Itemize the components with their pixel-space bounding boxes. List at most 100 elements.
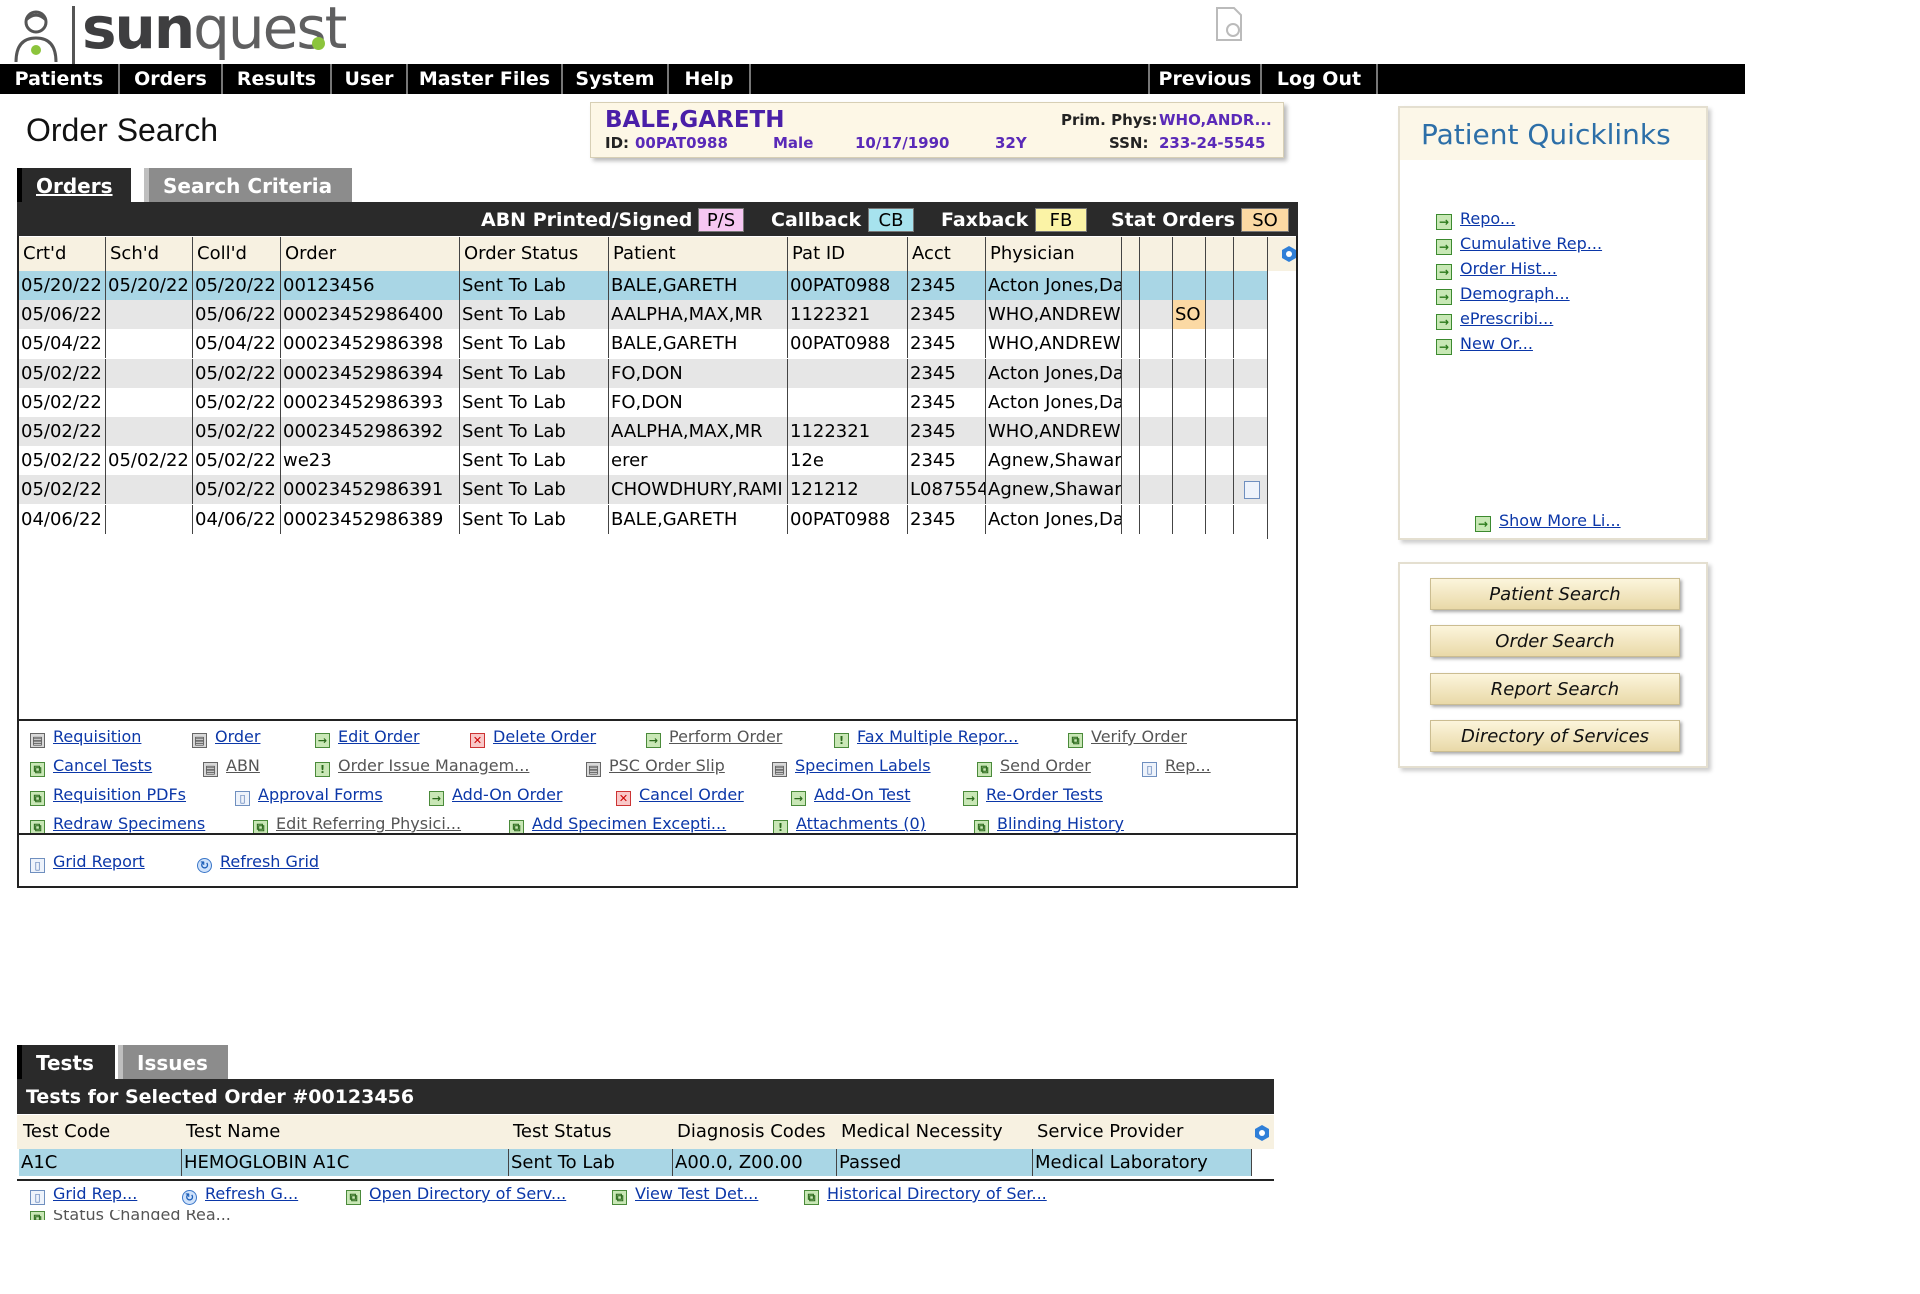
document-icon: ▯ <box>30 858 45 873</box>
cell-order-status: Sent To Lab <box>460 387 609 417</box>
col-acct[interactable]: Acct <box>908 237 986 271</box>
approval-forms-link[interactable]: ▯ Approval Forms <box>235 784 383 806</box>
patient-search-button[interactable]: Patient Search <box>1430 578 1680 610</box>
table-row[interactable]: 05/02/22 05/02/22 00023452986393 Sent To La… <box>19 387 1268 417</box>
cell-pat-id: 1122321 <box>788 300 908 330</box>
perform-order-link[interactable]: → Perform Order <box>646 726 782 748</box>
refresh-icon: ↻ <box>182 1190 197 1205</box>
cell-colld: 05/02/22 <box>193 358 281 388</box>
col-pat-id[interactable]: Pat ID <box>788 237 908 271</box>
cell-physician: Agnew,Shawar <box>986 446 1122 476</box>
cell-flag-2 <box>1140 271 1173 300</box>
table-row[interactable]: 05/02/22 05/02/22 00023452986392 Sent To La… <box>19 417 1268 446</box>
add-on-order-link[interactable]: → Add-On Order <box>429 784 562 806</box>
attachment-icon[interactable] <box>1244 481 1260 500</box>
attachments-link[interactable]: ! Attachments (0) <box>773 813 926 835</box>
report-search-button[interactable]: Report Search <box>1430 673 1680 705</box>
copy-icon: ⧉ <box>804 1190 819 1205</box>
col-patient[interactable]: Patient <box>609 237 788 271</box>
menu-user[interactable]: User <box>332 64 408 94</box>
menu-master-files[interactable]: Master Files <box>408 64 563 94</box>
col-test-status[interactable]: Test Status <box>509 1115 612 1149</box>
edit-order-link[interactable]: → Edit Order <box>315 726 420 748</box>
tests-refresh-grid-link[interactable]: ↻ Refresh G... <box>182 1183 298 1205</box>
grid-settings-icon[interactable] <box>1280 245 1298 263</box>
menu-orders[interactable]: Orders <box>120 64 223 94</box>
col-order[interactable]: Order <box>281 237 460 271</box>
cancel-order-link[interactable]: ✕ Cancel Order <box>616 784 744 806</box>
order-search-button[interactable]: Order Search <box>1430 625 1680 657</box>
col-colld[interactable]: Coll'd <box>193 237 281 271</box>
status-changed-reason-link[interactable]: ⧉ Status Changed Rea... <box>30 1210 231 1220</box>
table-row[interactable]: 05/02/22 05/02/22 05/02/22 we23 Sent To Lab e… <box>19 446 1268 476</box>
menu-log-out[interactable]: Log Out <box>1262 64 1378 94</box>
tab-search-criteria[interactable]: Search Criteria <box>144 168 352 202</box>
psc-order-slip-link[interactable]: ▤ PSC Order Slip <box>586 755 725 777</box>
menu-help[interactable]: Help <box>669 64 751 94</box>
tab-orders[interactable]: Orders <box>17 168 131 202</box>
requisition-link[interactable]: ▤ Requisition <box>30 726 141 748</box>
page-refresh-icon[interactable] <box>1214 6 1244 42</box>
table-row[interactable]: 05/04/22 05/04/22 00023452986398 Sent To La… <box>19 329 1268 359</box>
blinding-history-link[interactable]: ⧉ Blinding History <box>974 813 1124 835</box>
table-row[interactable]: 05/20/22 05/20/22 05/20/22 00123456 Sent To … <box>19 271 1268 300</box>
cell-flag-1 <box>1122 475 1140 505</box>
abn-link[interactable]: ▤ ABN <box>203 755 260 777</box>
col-crtd[interactable]: Crt'd <box>19 237 106 271</box>
col-service-provider[interactable]: Service Provider <box>1033 1115 1183 1149</box>
table-row[interactable]: 05/06/22 05/06/22 00023452986400 Sent To La… <box>19 300 1268 330</box>
directory-of-services-button[interactable]: Directory of Services <box>1430 720 1680 752</box>
tests-grid-report-link[interactable]: ▯ Grid Rep... <box>30 1183 137 1205</box>
quicklink-new-order[interactable]: → New Or... <box>1436 333 1533 355</box>
col-medical-necessity[interactable]: Medical Necessity <box>837 1115 1003 1149</box>
rep-link[interactable]: ▯ Rep... <box>1142 755 1211 777</box>
cell-flag-so <box>1173 417 1206 446</box>
menu-patients[interactable]: Patients <box>0 64 120 94</box>
menu-results[interactable]: Results <box>223 64 332 94</box>
cancel-tests-link[interactable]: ⧉ Cancel Tests <box>30 755 152 777</box>
order-link[interactable]: ▤ Order <box>192 726 260 748</box>
grid-report-link[interactable]: ▯ Grid Report <box>30 851 145 873</box>
view-test-details-link[interactable]: ⧉ View Test Det... <box>612 1183 758 1205</box>
open-directory-of-services-link[interactable]: ⧉ Open Directory of Serv... <box>346 1183 566 1205</box>
col-physician[interactable]: Physician <box>986 237 1122 271</box>
patient-name[interactable]: BALE,GARETH <box>605 107 784 133</box>
tab-issues[interactable]: Issues <box>118 1045 228 1079</box>
order-issue-management-link[interactable]: ! Order Issue Managem... <box>315 755 529 777</box>
fax-multiple-reports-link[interactable]: ! Fax Multiple Repor... <box>834 726 1018 748</box>
quicklink-cumulative-report[interactable]: → Cumulative Rep... <box>1436 233 1602 255</box>
redraw-specimens-link[interactable]: ⧉ Redraw Specimens <box>30 813 205 835</box>
specimen-labels-link[interactable]: ▤ Specimen Labels <box>772 755 931 777</box>
col-diagnosis-codes[interactable]: Diagnosis Codes <box>673 1115 826 1149</box>
verify-order-link[interactable]: ⧉ Verify Order <box>1068 726 1187 748</box>
add-on-test-link[interactable]: → Add-On Test <box>791 784 911 806</box>
quicklink-reports[interactable]: → Repo... <box>1436 208 1515 230</box>
legend-callback-code: CB <box>868 208 914 232</box>
table-row[interactable]: 05/02/22 05/02/22 00023452986391 Sent To La… <box>19 475 1268 505</box>
table-row[interactable]: 04/06/22 04/06/22 00023452986389 Sent To La… <box>19 504 1268 534</box>
menu-system[interactable]: System <box>563 64 669 94</box>
send-order-link[interactable]: ⧉ Send Order <box>977 755 1091 777</box>
col-test-name[interactable]: Test Name <box>182 1115 280 1149</box>
col-order-status[interactable]: Order Status <box>460 237 609 271</box>
test-name: HEMOGLOBIN A1C <box>182 1149 509 1176</box>
col-schd[interactable]: Sch'd <box>106 237 193 271</box>
col-test-code[interactable]: Test Code <box>19 1115 110 1149</box>
copy-icon: ⧉ <box>30 762 45 777</box>
delete-order-link[interactable]: ✕ Delete Order <box>470 726 596 748</box>
tests-settings-icon[interactable] <box>1253 1124 1271 1142</box>
refresh-grid-link[interactable]: ↻ Refresh Grid <box>197 851 319 873</box>
quicklink-demographics[interactable]: → Demograph... <box>1436 283 1570 305</box>
historical-directory-of-services-link[interactable]: ⧉ Historical Directory of Ser... <box>804 1183 1047 1205</box>
table-row[interactable]: 05/02/22 05/02/22 00023452986394 Sent To La… <box>19 358 1268 388</box>
edit-referring-physician-link[interactable]: ⧉ Edit Referring Physici... <box>253 813 461 835</box>
add-specimen-exception-link[interactable]: ⧉ Add Specimen Excepti... <box>509 813 726 835</box>
re-order-tests-link[interactable]: → Re-Order Tests <box>963 784 1103 806</box>
requisition-pdfs-link[interactable]: ⧉ Requisition PDFs <box>30 784 186 806</box>
quicklinks-show-more[interactable]: → Show More Li... <box>1475 510 1621 532</box>
quicklink-order-history[interactable]: → Order Hist... <box>1436 258 1557 280</box>
menu-previous[interactable]: Previous <box>1148 64 1262 94</box>
quicklink-eprescribing[interactable]: → ePrescribi... <box>1436 308 1553 330</box>
tab-tests[interactable]: Tests <box>17 1045 115 1079</box>
cell-pat-id: 00PAT0988 <box>788 329 908 359</box>
